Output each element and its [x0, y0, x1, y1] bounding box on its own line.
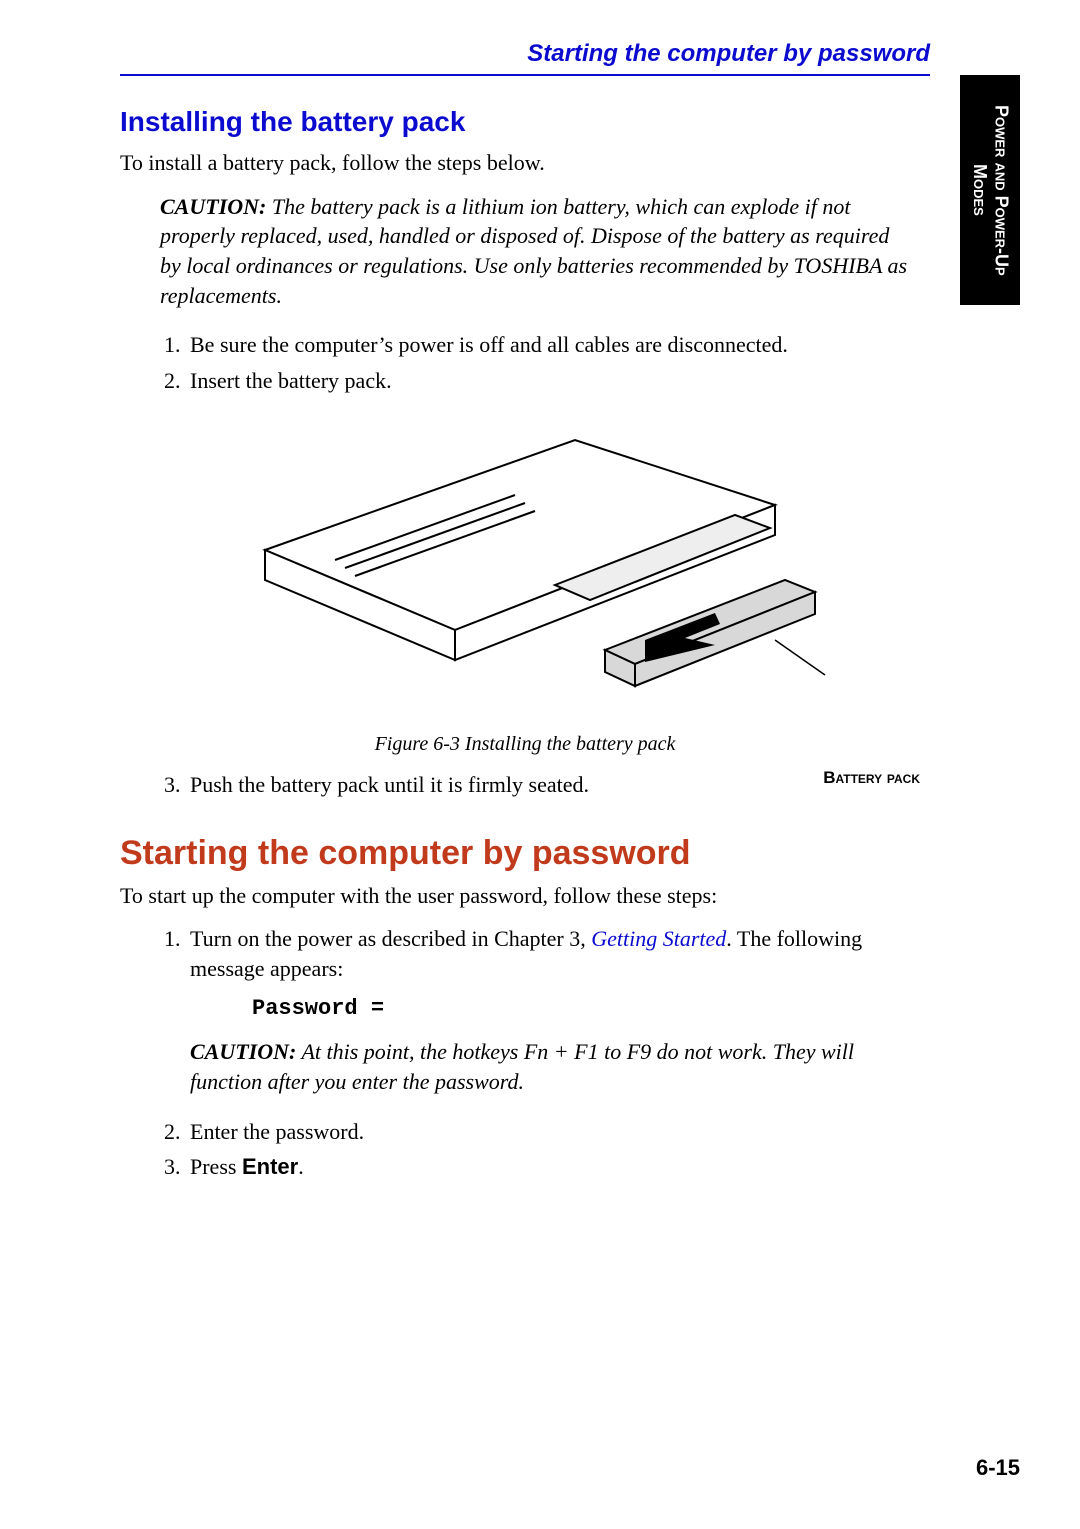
password-prompt-code: Password = [252, 994, 930, 1024]
install-steps-b: Push the battery pack until it is firmly… [120, 770, 930, 800]
heading-installing-battery: Installing the battery pack [120, 106, 930, 138]
page-number: 6-15 [976, 1455, 1020, 1481]
password-step-2: Enter the password. [186, 1117, 930, 1147]
figure-caption: Figure 6-3 Installing the battery pack [120, 733, 930, 756]
install-steps-a: Be sure the computer’s power is off and … [120, 330, 930, 395]
install-step-2: Insert the battery pack. [186, 366, 930, 396]
enter-key-label: Enter [242, 1154, 298, 1179]
caution-text: The battery pack is a lithium ion batter… [160, 194, 907, 308]
caution-password: CAUTION: At this point, the hotkeys Fn +… [190, 1037, 930, 1096]
getting-started-link[interactable]: Getting Started [591, 926, 726, 951]
password-step-3: Press Enter. [186, 1152, 930, 1182]
password-intro: To start up the computer with the user p… [120, 881, 930, 911]
laptop-battery-illustration-icon [215, 410, 835, 720]
step3-post: . [298, 1154, 304, 1179]
running-header: Starting the computer by password [120, 40, 1020, 74]
password-step-1: Turn on the power as described in Chapte… [186, 924, 930, 1096]
caution-lead-2: CAUTION: [190, 1039, 296, 1064]
caution-install: CAUTION: The battery pack is a lithium i… [160, 192, 930, 311]
install-step-1: Be sure the computer’s power is off and … [186, 330, 930, 360]
password-steps: Turn on the power as described in Chapte… [120, 924, 930, 1182]
step1-pre: Turn on the power as described in Chapte… [190, 926, 591, 951]
page: Starting the computer by password Power … [0, 0, 1080, 1529]
step3-pre: Press [190, 1154, 242, 1179]
side-tab-chapter-label: Power and Power-Up Modes [960, 75, 1020, 305]
header-rule [120, 74, 930, 76]
install-step-3: Push the battery pack until it is firmly… [186, 770, 930, 800]
heading-starting-password: Starting the computer by password [120, 834, 930, 873]
install-intro: To install a battery pack, follow the st… [120, 148, 930, 178]
figure-callout-label: Battery pack [823, 768, 920, 788]
content-area: Installing the battery pack To install a… [120, 106, 1020, 1182]
figure-battery-install [120, 410, 930, 725]
caution-lead: CAUTION: [160, 194, 266, 219]
